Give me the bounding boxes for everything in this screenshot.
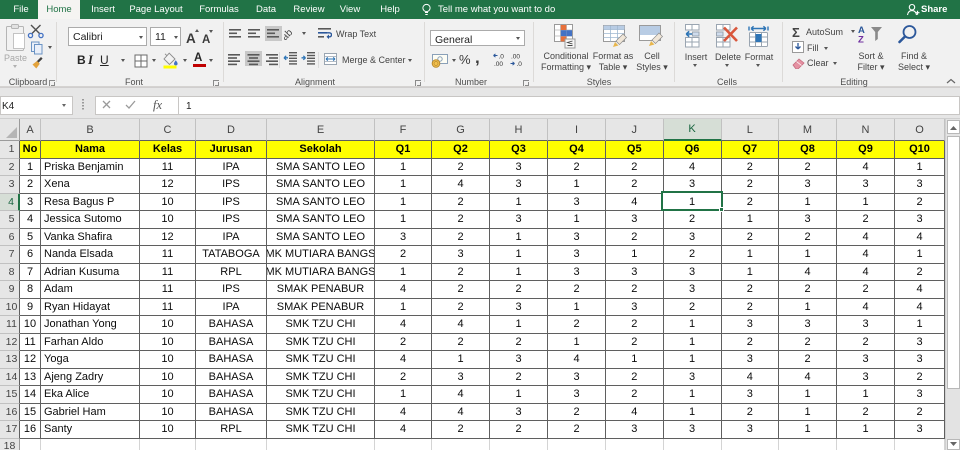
svg-text:.00: .00 xyxy=(494,61,503,68)
svg-text:ab: ab xyxy=(284,27,295,40)
svg-text:.0: .0 xyxy=(517,61,523,68)
svg-text:.0: .0 xyxy=(499,54,505,61)
svg-text:.00: .00 xyxy=(511,54,520,61)
svg-text:Z: Z xyxy=(858,35,864,44)
